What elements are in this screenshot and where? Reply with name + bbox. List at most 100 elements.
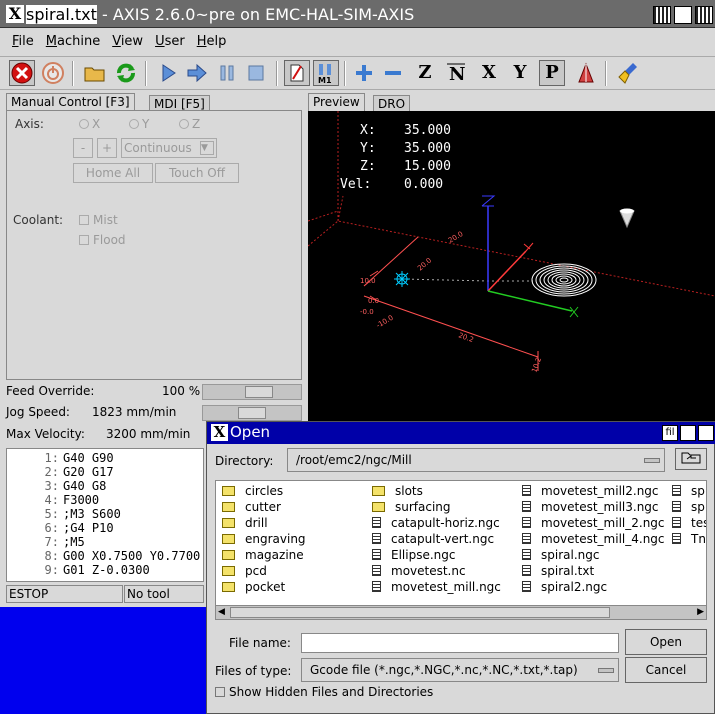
file-list-hscrollbar[interactable]: ◀ ▶ [216,605,706,619]
file-item[interactable]: movetest_mill.ngc [372,579,501,595]
gcode-line[interactable]: 3: G40 G8 [7,479,107,493]
folder-item[interactable]: cutter [222,499,281,515]
jog-speed-slider[interactable] [202,405,302,421]
file-item[interactable]: Tn [672,531,706,547]
view-z-icon[interactable]: Z [412,60,438,86]
file-icon [522,565,531,576]
gcode-line-text: ;G4 P10 [63,521,114,535]
gcode-line[interactable]: 7: ;M5 [7,535,85,549]
preview-canvas[interactable]: X: 35.000 Y: 35.000 Z: 15.000 Vel: 0.000 20.… [308,111,715,421]
cancel-button[interactable]: Cancel [625,657,707,683]
view-z2-icon[interactable]: N [443,60,469,86]
gcode-line[interactable]: 8: G00 X0.7500 Y0.7700 [7,549,201,563]
open-button[interactable]: Open [625,629,707,655]
view-y-icon[interactable]: Y [507,60,533,86]
scrollbar-thumb[interactable] [230,607,610,618]
jog-mode-select[interactable]: Continuous ▼ [121,138,217,158]
gcode-line[interactable]: 6: ;G4 P10 [7,521,114,535]
view-p-icon[interactable]: P [539,60,565,86]
scroll-right-icon[interactable]: ▶ [697,607,704,618]
gcode-line[interactable]: 2: G20 G17 [7,465,114,479]
file-item[interactable]: movetest_mill2.ngc [522,483,659,499]
tab-manual-control[interactable]: Manual Control [F3] [6,93,135,111]
gcode-line[interactable]: 1: G40 G90 [7,451,114,465]
pause-icon[interactable] [214,60,240,86]
iconify-icon[interactable] [653,6,671,24]
filename-input[interactable] [301,633,619,653]
gcode-line[interactable]: 5: ;M3 S600 [7,507,121,521]
folder-item[interactable]: pocket [222,579,285,595]
slider-knob[interactable] [245,386,273,398]
zoom-in-icon[interactable] [351,60,377,86]
gcode-listing[interactable]: 1: G40 G90 2: G20 G17 3: G40 G8 4: F3000 5: ;M3 S… [6,448,204,582]
file-item[interactable]: spiral.txt [522,563,594,579]
open-file-icon[interactable] [82,60,108,86]
home-all-button[interactable]: Home All [73,163,153,183]
menu-help[interactable]: Help [191,34,233,49]
run-icon[interactable] [155,60,181,86]
directory-select[interactable]: /root/emc2/ngc/Mill [287,448,665,472]
file-item[interactable]: movetest.nc [372,563,466,579]
reload-icon[interactable] [113,60,139,86]
block-delete-icon[interactable] [284,60,310,86]
clear-plot-icon[interactable] [616,60,642,86]
file-list[interactable]: ◀ ▶ circles cutter drill engraving magazine p… [215,480,707,620]
flood-checkbox[interactable]: Flood [79,233,126,247]
folder-item[interactable]: magazine [222,547,304,563]
stop-icon[interactable] [243,60,269,86]
file-item[interactable]: movetest_mill_2.ngc [522,515,665,531]
folder-item[interactable]: slots [372,483,423,499]
folder-item[interactable]: drill [222,515,268,531]
axis-y-radio[interactable]: Y [129,117,149,131]
jog-plus-button[interactable]: + [97,138,117,158]
file-item[interactable]: catapult-horiz.ngc [372,515,500,531]
file-item[interactable]: sp [672,499,705,515]
folder-item[interactable]: pcd [222,563,267,579]
close-window-icon[interactable] [698,425,714,441]
menu-machine[interactable]: Machine [40,34,106,49]
x-window-icon[interactable]: X [6,5,24,23]
touch-off-button[interactable]: Touch Off [155,163,239,183]
jog-minus-button[interactable]: - [73,138,93,158]
menu-view[interactable]: View [106,34,149,49]
menu-file[interactable]: File [6,34,40,49]
menu-user[interactable]: User [149,34,191,49]
mist-checkbox[interactable]: Mist [79,213,118,227]
file-item[interactable]: sp [672,483,705,499]
gcode-line[interactable]: 9: G01 Z-0.0300 [7,563,150,577]
file-item[interactable]: spiral2.ngc [522,579,607,595]
scroll-left-icon[interactable]: ◀ [218,607,225,618]
file-item[interactable]: spiral.ngc [522,547,599,563]
tab-dro[interactable]: DRO [373,95,411,111]
view-x-icon[interactable]: X [476,60,502,86]
file-item[interactable]: movetest_mill_4.ngc [522,531,665,547]
maximize-icon[interactable] [674,6,692,24]
close-window-icon[interactable] [695,6,713,24]
file-item[interactable]: tes [672,515,706,531]
feed-override-slider[interactable] [202,384,302,400]
step-icon[interactable] [184,60,210,86]
zoom-out-icon[interactable] [380,60,406,86]
iconify-icon[interactable]: fil [662,425,678,441]
gcode-line[interactable]: 4: F3000 [7,493,100,507]
maximize-icon[interactable] [680,425,696,441]
folder-item[interactable]: circles [222,483,283,499]
tab-preview[interactable]: Preview [308,93,365,111]
axis-z-radio[interactable]: Z [179,117,200,131]
file-item[interactable]: catapult-vert.ngc [372,531,494,547]
power-icon[interactable] [40,60,66,86]
folder-item[interactable]: surfacing [372,499,451,515]
rotate-icon[interactable] [573,60,599,86]
estop-icon[interactable] [9,60,35,86]
filetype-select[interactable]: Gcode file (*.ngc,*.NGC,*.nc,*.NC,*.txt,… [301,658,619,682]
parent-directory-button[interactable] [675,448,707,470]
folder-item[interactable]: engraving [222,531,306,547]
slider-knob[interactable] [238,407,266,419]
tab-mdi[interactable]: MDI [F5] [149,95,210,111]
file-item[interactable]: movetest_mill3.ngc [522,499,659,515]
file-item[interactable]: Ellipse.ngc [372,547,455,563]
optional-stop-icon[interactable]: M1 [313,60,339,86]
show-hidden-checkbox[interactable]: Show Hidden Files and Directories [215,685,433,699]
axis-x-radio[interactable]: X [79,117,100,131]
x-window-icon[interactable]: X [211,424,228,441]
